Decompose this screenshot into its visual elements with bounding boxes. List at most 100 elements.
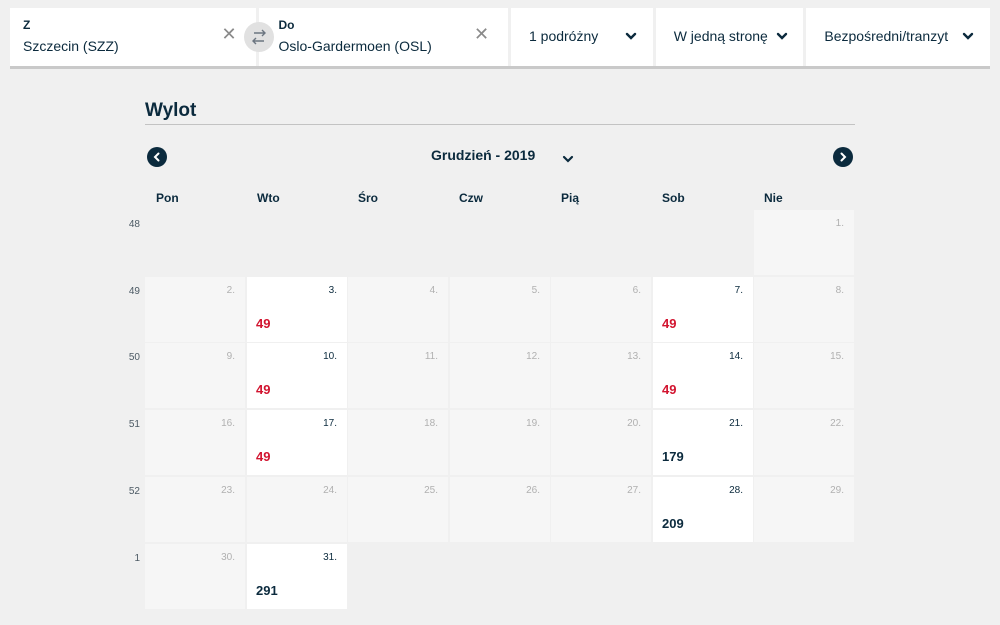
destination-field[interactable]: Do Oslo-Gardermoen (OSL) ✕: [258, 8, 508, 66]
day-number: 4.: [429, 285, 438, 296]
day-number: 22.: [830, 418, 844, 429]
calendar-day-cell[interactable]: 28. 209: [653, 477, 753, 542]
week-number: 1: [134, 552, 140, 564]
day-price: 49: [256, 449, 271, 464]
destination-label: Do: [278, 18, 295, 32]
day-price: 291: [256, 583, 278, 598]
weekday-label: Czw: [459, 191, 483, 205]
day-price: 49: [256, 316, 271, 331]
weekday-label: Śro: [358, 191, 379, 205]
calendar-day-cell: 6.: [551, 277, 651, 342]
day-number: 27.: [627, 485, 641, 496]
day-number: 9.: [226, 351, 235, 362]
calendar-day-cell: 16.: [145, 410, 245, 475]
day-number: 1.: [835, 218, 844, 229]
day-number: 24.: [323, 485, 337, 496]
calendar-day-cell[interactable]: 14. 49: [653, 343, 753, 408]
calendar-day-cell: 2.: [145, 277, 245, 342]
calendar-day-cell: 23.: [145, 477, 245, 542]
travellers-value: 1 podróżny: [528, 28, 599, 44]
weekday-label: Nie: [764, 191, 783, 205]
day-number: 8.: [835, 285, 844, 296]
day-number: 17.: [323, 418, 337, 429]
week-number: 51: [128, 419, 140, 431]
day-number: 15.: [830, 351, 844, 362]
day-number: 20.: [627, 418, 641, 429]
divider: [145, 124, 855, 125]
calendar-day-cell: 9.: [145, 343, 245, 408]
chevron-down-icon: [962, 30, 974, 42]
week-number: 49: [128, 285, 140, 297]
day-number: 7.: [734, 285, 743, 296]
swap-airports-button[interactable]: [244, 22, 274, 52]
chevron-left-icon: [153, 152, 160, 162]
origin-field[interactable]: Z Szczecin (SZZ) ✕: [10, 8, 256, 66]
calendar-day-cell[interactable]: 21. 179: [653, 410, 753, 475]
origin-value[interactable]: Szczecin (SZZ): [23, 38, 119, 54]
weekday-label: Pon: [156, 191, 179, 205]
clear-destination-icon[interactable]: ✕: [474, 25, 489, 43]
week-number: 50: [128, 352, 140, 364]
calendar-day-cell: 8.: [754, 277, 854, 342]
day-number: 30.: [221, 552, 235, 563]
day-number: 14.: [729, 351, 743, 362]
travellers-dropdown[interactable]: 1 podróżny: [510, 8, 653, 66]
weekday-label: Sob: [662, 191, 685, 205]
day-number: 13.: [627, 351, 641, 362]
day-number: 18.: [424, 418, 438, 429]
calendar-day-cell: 20.: [551, 410, 651, 475]
day-price: 49: [256, 382, 271, 397]
day-price: 49: [662, 382, 677, 397]
prev-month-button[interactable]: [147, 147, 167, 167]
weekday-label: Wto: [257, 191, 280, 205]
calendar-day-cell: 5.: [450, 277, 550, 342]
day-number: 16.: [221, 418, 235, 429]
day-price: 209: [662, 516, 684, 531]
calendar-day-cell: 27.: [551, 477, 651, 542]
calendar-day-cell: 11.: [348, 343, 448, 408]
day-number: 29.: [830, 485, 844, 496]
calendar-day-cell: 25.: [348, 477, 448, 542]
trip-type-value: W jedną stronę: [673, 28, 768, 44]
trip-type-dropdown[interactable]: W jedną stronę: [655, 8, 804, 66]
day-number: 23.: [221, 485, 235, 496]
calendar-day-cell[interactable]: 31. 291: [247, 544, 347, 609]
calendar-day-cell: 15.: [754, 343, 854, 408]
day-number: 19.: [526, 418, 540, 429]
search-bar: Z Szczecin (SZZ) ✕ Do Oslo-Gardermoen (O…: [10, 8, 990, 69]
month-chevron-down-icon[interactable]: [562, 151, 574, 169]
next-month-button[interactable]: [833, 147, 853, 167]
day-number: 28.: [729, 485, 743, 496]
destination-value[interactable]: Oslo-Gardermoen (OSL): [279, 38, 432, 54]
calendar-day-cell: 24.: [247, 477, 347, 542]
chevron-down-icon: [625, 30, 637, 42]
day-number: 6.: [632, 285, 641, 296]
calendar-day-cell[interactable]: 10. 49: [247, 343, 347, 408]
calendar-day-cell[interactable]: 3. 49: [247, 277, 347, 342]
calendar-day-cell[interactable]: 17. 49: [247, 410, 347, 475]
origin-label: Z: [23, 18, 31, 32]
day-number: 5.: [531, 285, 540, 296]
day-price: 49: [662, 316, 677, 331]
calendar-day-cell: 26.: [450, 477, 550, 542]
calendar-title: Wylot: [145, 100, 197, 121]
calendar-day-cell: 22.: [754, 410, 854, 475]
calendar-day-cell: 19.: [450, 410, 550, 475]
day-number: 26.: [526, 485, 540, 496]
clear-origin-icon[interactable]: ✕: [222, 25, 237, 43]
calendar-day-cell: 18.: [348, 410, 448, 475]
day-number: 11.: [424, 351, 438, 362]
weekday-header: Pon Wto Śro Czw Pią Sob Nie: [145, 191, 855, 207]
month-selector-label[interactable]: Grudzień - 2019: [431, 147, 535, 163]
calendar-day-cell: 12.: [450, 343, 550, 408]
calendar-day-cell: 4.: [348, 277, 448, 342]
stops-value: Bezpośredni/tranzyt: [824, 28, 949, 44]
day-number: 31.: [323, 552, 337, 563]
day-price: 179: [662, 449, 684, 464]
calendar-day-cell[interactable]: 7. 49: [653, 277, 753, 342]
chevron-right-icon: [840, 152, 847, 162]
stops-dropdown[interactable]: Bezpośredni/tranzyt: [806, 8, 990, 66]
day-number: 3.: [328, 285, 337, 296]
day-number: 12.: [526, 351, 540, 362]
calendar-day-cell: 30.: [145, 544, 245, 609]
